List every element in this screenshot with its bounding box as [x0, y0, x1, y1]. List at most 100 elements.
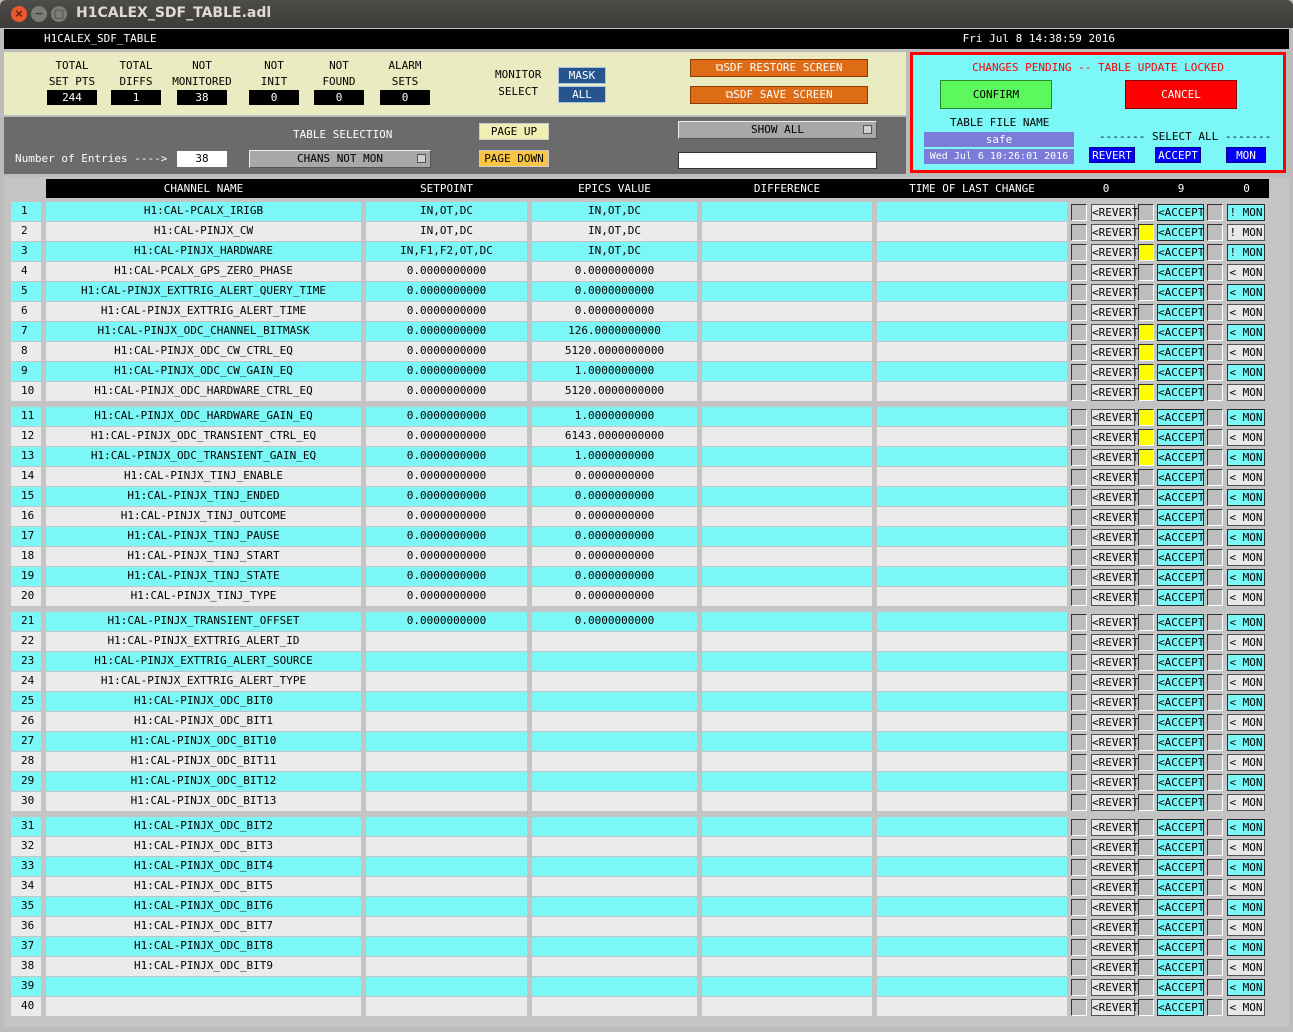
revert-checkbox[interactable]	[1071, 939, 1087, 956]
accept-checkbox[interactable]	[1138, 384, 1154, 401]
mon-checkbox[interactable]	[1207, 409, 1223, 426]
mon-button[interactable]: < MON	[1227, 529, 1265, 546]
accept-button[interactable]: <ACCEPT	[1157, 204, 1204, 221]
mon-checkbox[interactable]	[1207, 589, 1223, 606]
revert-button[interactable]: <REVERT	[1091, 939, 1138, 956]
mon-button[interactable]: < MON	[1227, 384, 1265, 401]
accept-button[interactable]: <ACCEPT	[1157, 879, 1204, 896]
mon-button[interactable]: < MON	[1227, 919, 1265, 936]
mon-checkbox[interactable]	[1207, 529, 1223, 546]
revert-checkbox[interactable]	[1071, 959, 1087, 976]
revert-button[interactable]: <REVERT	[1091, 384, 1138, 401]
mon-button[interactable]: < MON	[1227, 324, 1265, 341]
mon-checkbox[interactable]	[1207, 384, 1223, 401]
revert-button[interactable]: <REVERT	[1091, 614, 1138, 631]
accept-checkbox[interactable]	[1138, 204, 1154, 221]
revert-checkbox[interactable]	[1071, 589, 1087, 606]
mon-button[interactable]: < MON	[1227, 364, 1265, 381]
channel-filter-input[interactable]	[678, 152, 877, 169]
accept-checkbox[interactable]	[1138, 589, 1154, 606]
cancel-button[interactable]: CANCEL	[1125, 80, 1237, 109]
revert-checkbox[interactable]	[1071, 509, 1087, 526]
mon-checkbox[interactable]	[1207, 694, 1223, 711]
revert-checkbox[interactable]	[1071, 449, 1087, 466]
mon-button[interactable]: < MON	[1227, 304, 1265, 321]
revert-checkbox[interactable]	[1071, 899, 1087, 916]
accept-button[interactable]: <ACCEPT	[1157, 614, 1204, 631]
accept-button[interactable]: <ACCEPT	[1157, 694, 1204, 711]
mon-checkbox[interactable]	[1207, 734, 1223, 751]
accept-button[interactable]: <ACCEPT	[1157, 224, 1204, 241]
revert-checkbox[interactable]	[1071, 674, 1087, 691]
revert-button[interactable]: <REVERT	[1091, 714, 1138, 731]
mon-checkbox[interactable]	[1207, 264, 1223, 281]
revert-button[interactable]: <REVERT	[1091, 634, 1138, 651]
mon-checkbox[interactable]	[1207, 999, 1223, 1016]
accept-button[interactable]: <ACCEPT	[1157, 364, 1204, 381]
mon-button[interactable]: < MON	[1227, 794, 1265, 811]
accept-checkbox[interactable]	[1138, 244, 1154, 261]
accept-checkbox[interactable]	[1138, 794, 1154, 811]
accept-button[interactable]: <ACCEPT	[1157, 754, 1204, 771]
page-down-button[interactable]: PAGE DOWN	[479, 150, 549, 167]
revert-button[interactable]: <REVERT	[1091, 549, 1138, 566]
accept-button[interactable]: <ACCEPT	[1157, 634, 1204, 651]
revert-button[interactable]: <REVERT	[1091, 734, 1138, 751]
mon-button[interactable]: < MON	[1227, 939, 1265, 956]
accept-button[interactable]: <ACCEPT	[1157, 654, 1204, 671]
accept-button[interactable]: <ACCEPT	[1157, 674, 1204, 691]
mon-checkbox[interactable]	[1207, 674, 1223, 691]
revert-button[interactable]: <REVERT	[1091, 589, 1138, 606]
mon-checkbox[interactable]	[1207, 959, 1223, 976]
revert-checkbox[interactable]	[1071, 244, 1087, 261]
mon-button[interactable]: < MON	[1227, 879, 1265, 896]
select-all-accept-button[interactable]: ACCEPT	[1155, 147, 1201, 163]
mask-button[interactable]: MASK	[558, 67, 606, 84]
accept-checkbox[interactable]	[1138, 324, 1154, 341]
accept-checkbox[interactable]	[1138, 879, 1154, 896]
confirm-button[interactable]: CONFIRM	[940, 80, 1052, 109]
show-all-dropdown[interactable]: SHOW ALL	[678, 121, 877, 139]
accept-checkbox[interactable]	[1138, 264, 1154, 281]
mon-checkbox[interactable]	[1207, 204, 1223, 221]
accept-button[interactable]: <ACCEPT	[1157, 589, 1204, 606]
accept-checkbox[interactable]	[1138, 469, 1154, 486]
accept-button[interactable]: <ACCEPT	[1157, 324, 1204, 341]
revert-button[interactable]: <REVERT	[1091, 304, 1138, 321]
mon-checkbox[interactable]	[1207, 634, 1223, 651]
accept-checkbox[interactable]	[1138, 919, 1154, 936]
mon-button[interactable]: < MON	[1227, 819, 1265, 836]
accept-button[interactable]: <ACCEPT	[1157, 304, 1204, 321]
accept-button[interactable]: <ACCEPT	[1157, 509, 1204, 526]
mon-button[interactable]: < MON	[1227, 449, 1265, 466]
mon-checkbox[interactable]	[1207, 509, 1223, 526]
accept-checkbox[interactable]	[1138, 674, 1154, 691]
revert-checkbox[interactable]	[1071, 409, 1087, 426]
accept-checkbox[interactable]	[1138, 304, 1154, 321]
mon-checkbox[interactable]	[1207, 819, 1223, 836]
revert-button[interactable]: <REVERT	[1091, 694, 1138, 711]
accept-button[interactable]: <ACCEPT	[1157, 859, 1204, 876]
table-selection-dropdown[interactable]: CHANS NOT MON	[249, 150, 431, 168]
accept-button[interactable]: <ACCEPT	[1157, 409, 1204, 426]
revert-button[interactable]: <REVERT	[1091, 204, 1138, 221]
revert-checkbox[interactable]	[1071, 384, 1087, 401]
accept-checkbox[interactable]	[1138, 839, 1154, 856]
accept-button[interactable]: <ACCEPT	[1157, 384, 1204, 401]
mon-checkbox[interactable]	[1207, 324, 1223, 341]
accept-checkbox[interactable]	[1138, 819, 1154, 836]
mon-checkbox[interactable]	[1207, 549, 1223, 566]
revert-button[interactable]: <REVERT	[1091, 469, 1138, 486]
mon-button[interactable]: < MON	[1227, 714, 1265, 731]
revert-button[interactable]: <REVERT	[1091, 774, 1138, 791]
mon-checkbox[interactable]	[1207, 714, 1223, 731]
mon-button[interactable]: < MON	[1227, 469, 1265, 486]
revert-checkbox[interactable]	[1071, 569, 1087, 586]
mon-checkbox[interactable]	[1207, 469, 1223, 486]
accept-checkbox[interactable]	[1138, 449, 1154, 466]
accept-checkbox[interactable]	[1138, 959, 1154, 976]
mon-checkbox[interactable]	[1207, 569, 1223, 586]
revert-checkbox[interactable]	[1071, 654, 1087, 671]
mon-button[interactable]: < MON	[1227, 999, 1265, 1016]
accept-checkbox[interactable]	[1138, 979, 1154, 996]
